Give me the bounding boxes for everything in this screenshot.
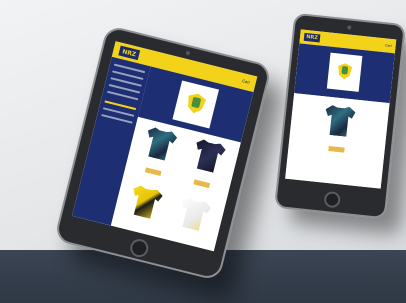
- club-crest-card: [326, 52, 363, 92]
- cart-link[interactable]: Cart: [242, 78, 251, 85]
- phone-device: NRZ Cart: [274, 12, 406, 220]
- jersey-image[interactable]: [176, 196, 212, 232]
- jersey-image[interactable]: [323, 104, 356, 137]
- add-to-cart-button[interactable]: [328, 145, 345, 153]
- club-crest-card: [172, 80, 219, 129]
- jersey-image[interactable]: [190, 138, 226, 174]
- product-card[interactable]: [168, 194, 219, 237]
- add-to-cart-button[interactable]: [144, 167, 162, 177]
- product-card[interactable]: [314, 104, 363, 159]
- product-card[interactable]: [120, 182, 171, 225]
- cart-link[interactable]: Cart: [385, 43, 392, 48]
- shield-logo-icon: [337, 63, 353, 80]
- jersey-image[interactable]: [127, 184, 163, 220]
- brand-logo[interactable]: NRZ: [303, 32, 321, 43]
- product-price: [316, 137, 360, 142]
- brand-logo[interactable]: NRZ: [118, 45, 141, 61]
- scene: NRZ Cart NRZ Cart: [0, 0, 406, 303]
- shield-logo-icon: [185, 92, 207, 116]
- jersey-image[interactable]: [142, 126, 178, 162]
- phone-product-grid: [285, 93, 390, 189]
- product-card[interactable]: [179, 136, 234, 196]
- phone-screen: NRZ Cart: [285, 29, 397, 189]
- add-to-cart-button[interactable]: [193, 179, 211, 189]
- product-name[interactable]: [316, 137, 360, 142]
- product-card[interactable]: [130, 124, 185, 184]
